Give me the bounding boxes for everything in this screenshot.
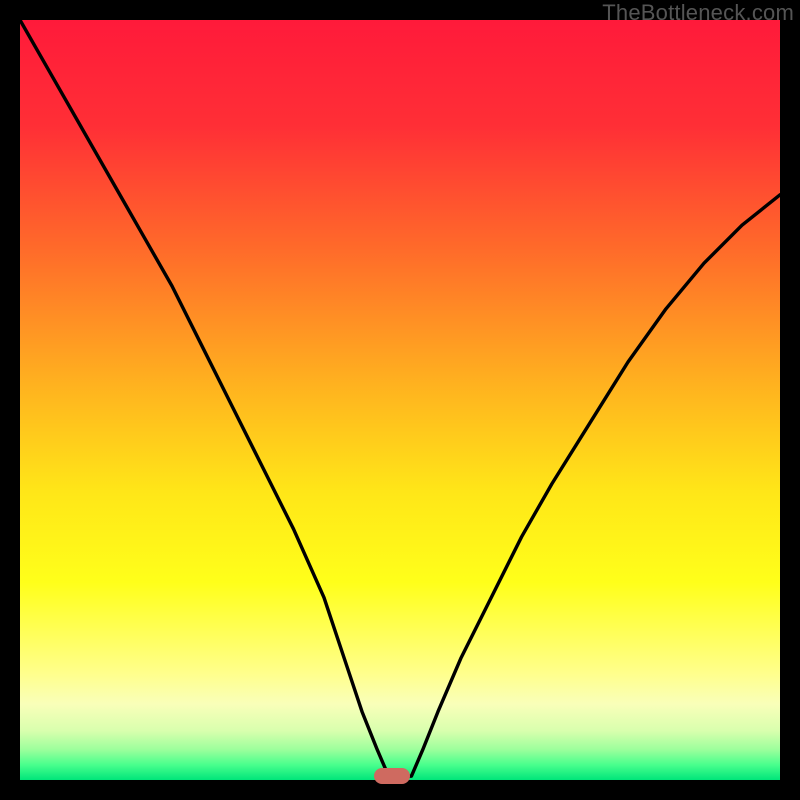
optimal-marker (374, 768, 410, 784)
plot-area (20, 20, 780, 780)
bottleneck-curve (20, 20, 780, 780)
chart-frame: TheBottleneck.com (0, 0, 800, 800)
